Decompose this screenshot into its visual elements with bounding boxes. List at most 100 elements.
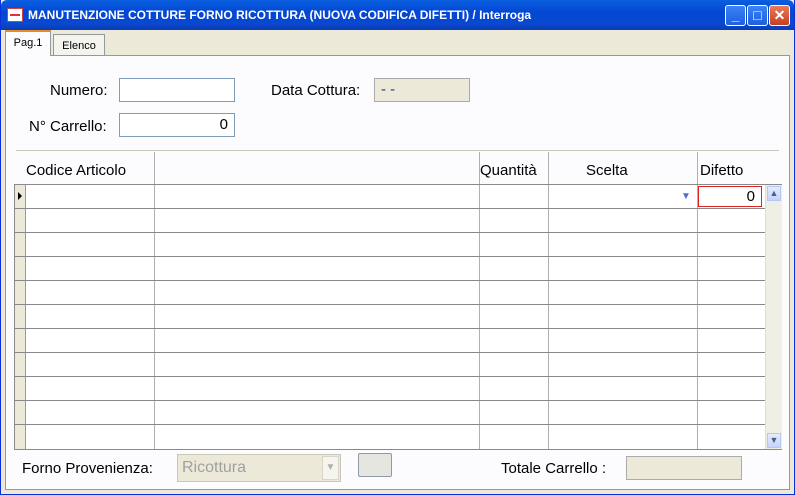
column-divider	[548, 233, 549, 256]
row-selector[interactable]	[15, 329, 26, 352]
column-divider	[548, 353, 549, 376]
chevron-down-icon: ▼	[322, 456, 339, 480]
column-divider	[548, 329, 549, 352]
column-divider	[697, 281, 698, 304]
chevron-down-icon[interactable]: ▼	[679, 190, 693, 204]
table-row[interactable]	[15, 257, 765, 281]
column-divider	[548, 209, 549, 232]
column-divider	[479, 305, 480, 328]
col-codice-articolo: Codice Articolo	[26, 162, 127, 179]
column-divider	[154, 209, 155, 232]
data-cottura-field: - -	[374, 78, 470, 102]
separator	[16, 150, 779, 151]
column-divider	[154, 185, 155, 208]
header-divider	[479, 152, 480, 184]
table-row[interactable]	[15, 281, 765, 305]
column-divider	[154, 233, 155, 256]
app-icon	[7, 8, 23, 22]
numero-field[interactable]	[119, 78, 235, 102]
column-divider	[154, 281, 155, 304]
close-button[interactable]: ✕	[769, 5, 790, 26]
column-divider	[548, 281, 549, 304]
forno-combo: Ricottura ▼	[177, 454, 341, 482]
col-difetto: Difetto	[700, 162, 744, 179]
table-row[interactable]	[15, 329, 765, 353]
column-divider	[479, 377, 480, 400]
table-row[interactable]	[15, 233, 765, 257]
column-divider	[697, 233, 698, 256]
column-divider	[479, 425, 480, 449]
column-divider	[697, 401, 698, 424]
header-divider	[154, 152, 155, 184]
column-divider	[697, 305, 698, 328]
table-row[interactable]	[15, 401, 765, 425]
forno-action-button[interactable]	[358, 453, 392, 477]
column-divider	[548, 425, 549, 449]
column-divider	[154, 329, 155, 352]
column-divider	[479, 353, 480, 376]
numero-label: Numero:	[50, 82, 108, 99]
tab-pag1[interactable]: Pag.1	[5, 30, 51, 56]
column-divider	[697, 353, 698, 376]
current-row-icon	[18, 192, 22, 200]
column-divider	[548, 185, 549, 208]
column-divider	[154, 401, 155, 424]
column-divider	[154, 425, 155, 449]
tab-elenco[interactable]: Elenco	[53, 34, 105, 56]
forno-label: Forno Provenienza:	[22, 460, 153, 477]
row-selector[interactable]	[15, 257, 26, 280]
maximize-button[interactable]: □	[747, 5, 768, 26]
window-title: MANUTENZIONE COTTURE FORNO RICOTTURA (NU…	[28, 8, 532, 22]
row-selector[interactable]	[15, 353, 26, 376]
forno-value: Ricottura	[182, 459, 247, 476]
minimize-button[interactable]: _	[725, 5, 746, 26]
row-selector[interactable]	[15, 209, 26, 232]
row-selector[interactable]	[15, 233, 26, 256]
column-divider	[697, 329, 698, 352]
scroll-up-icon[interactable]: ▲	[767, 186, 781, 201]
table-row[interactable]	[15, 353, 765, 377]
col-scelta: Scelta	[586, 162, 628, 179]
column-divider	[154, 353, 155, 376]
grid-scrollbar[interactable]: ▲ ▼	[765, 185, 782, 449]
table-row[interactable]	[15, 425, 765, 449]
column-divider	[697, 209, 698, 232]
column-divider	[479, 233, 480, 256]
row-selector[interactable]	[15, 377, 26, 400]
difetto-cell[interactable]: 0	[698, 186, 762, 207]
carrello-label: N° Carrello:	[29, 118, 107, 135]
carrello-field[interactable]: 0	[119, 113, 235, 137]
column-divider	[697, 425, 698, 449]
title-bar[interactable]: MANUTENZIONE COTTURE FORNO RICOTTURA (NU…	[1, 0, 794, 30]
main-window: MANUTENZIONE COTTURE FORNO RICOTTURA (NU…	[0, 0, 795, 495]
table-row[interactable]: ▼ 0	[15, 185, 765, 209]
table-row[interactable]	[15, 209, 765, 233]
column-divider	[479, 401, 480, 424]
data-cottura-label: Data Cottura:	[271, 82, 361, 99]
column-divider	[479, 281, 480, 304]
column-divider	[479, 257, 480, 280]
detail-grid[interactable]: ▼ 0 ▲ ▼	[14, 184, 782, 450]
table-row[interactable]	[15, 377, 765, 401]
column-divider	[548, 377, 549, 400]
row-selector[interactable]	[15, 281, 26, 304]
scroll-down-icon[interactable]: ▼	[767, 433, 781, 448]
totale-field	[626, 456, 742, 480]
header-divider	[697, 152, 698, 184]
column-divider	[154, 257, 155, 280]
col-quantita: Quantità	[480, 162, 537, 179]
row-selector[interactable]	[15, 425, 26, 449]
totale-label: Totale Carrello :	[501, 460, 607, 477]
column-divider	[548, 305, 549, 328]
header-divider	[548, 152, 549, 184]
column-divider	[154, 305, 155, 328]
column-divider	[154, 377, 155, 400]
row-selector[interactable]	[15, 401, 26, 424]
table-row[interactable]	[15, 305, 765, 329]
column-divider	[697, 377, 698, 400]
column-divider	[697, 257, 698, 280]
column-divider	[548, 257, 549, 280]
row-selector[interactable]	[15, 305, 26, 328]
column-divider	[479, 185, 480, 208]
column-divider	[479, 329, 480, 352]
